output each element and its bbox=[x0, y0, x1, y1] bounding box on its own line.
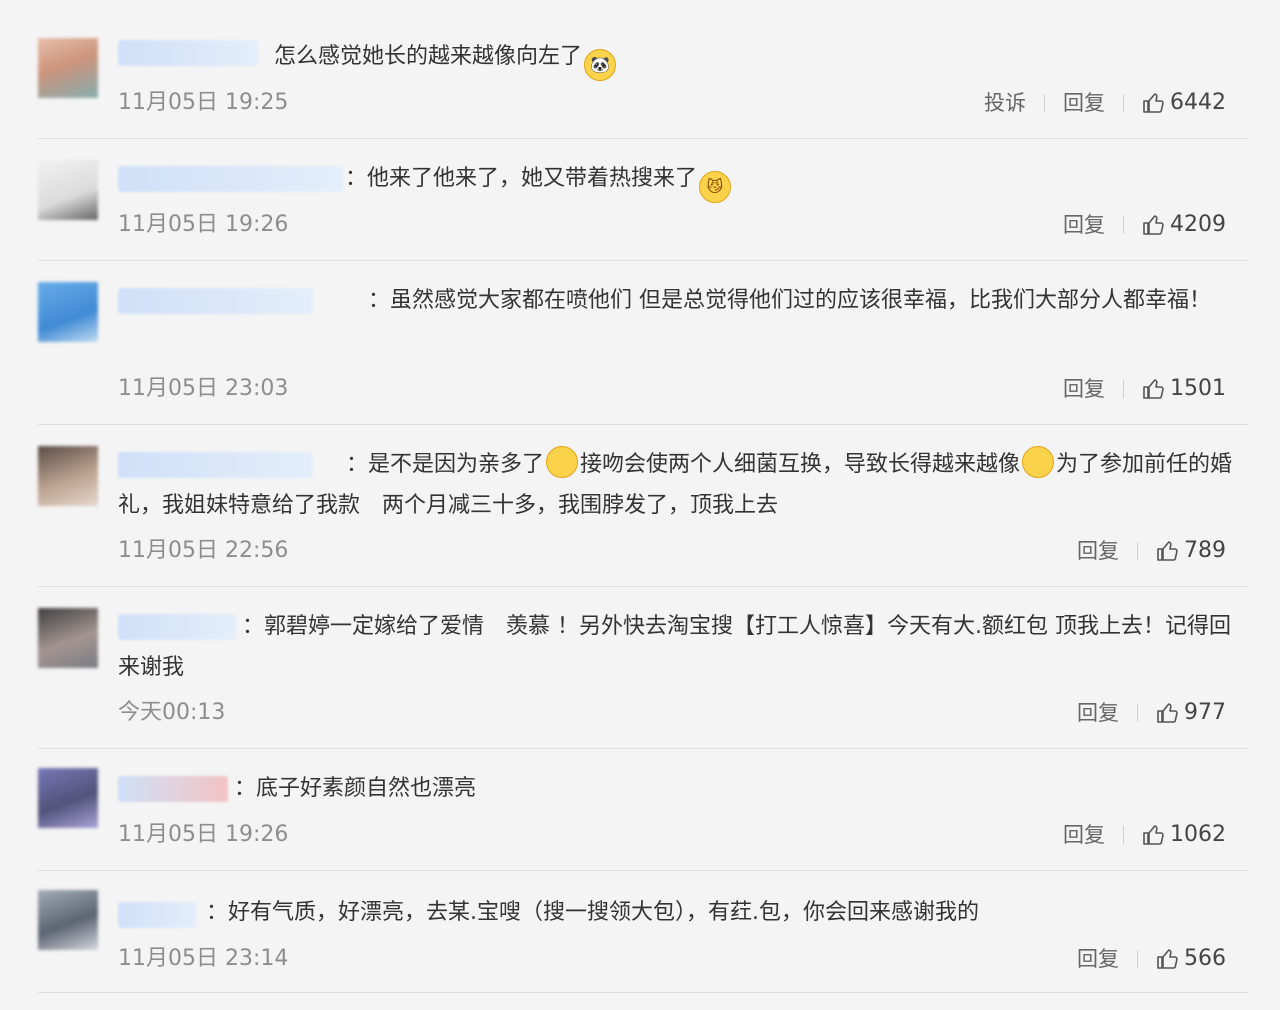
comment-item: ：底子好素颜自然也漂亮 11月05日 19:26 回复 1062 bbox=[38, 768, 1248, 870]
divider bbox=[1137, 704, 1138, 722]
username[interactable] bbox=[118, 166, 343, 192]
reply-button[interactable]: 回复 bbox=[1077, 944, 1119, 974]
comment-actions: 回复 977 bbox=[1077, 698, 1226, 728]
thumbs-up-icon bbox=[1143, 825, 1164, 845]
comment-time: 11月05日 23:03 bbox=[118, 376, 289, 401]
like-button[interactable]: 1062 bbox=[1142, 820, 1226, 850]
reply-button[interactable]: 回复 bbox=[1063, 88, 1105, 118]
username[interactable] bbox=[118, 40, 258, 66]
like-button[interactable]: 4209 bbox=[1142, 210, 1226, 240]
comment-time: 11月05日 19:26 bbox=[118, 822, 289, 847]
comment-time: 11月05日 19:26 bbox=[118, 212, 289, 237]
like-count: 1501 bbox=[1170, 376, 1226, 401]
divider bbox=[38, 138, 1248, 139]
comment-text: 怎么感觉她长的越来越像向左了 🐼 bbox=[274, 36, 1248, 81]
comment-item: ：虽然感觉大家都在喷他们 但是总觉得他们过的应该很幸福，比我们大部分人都幸福！ … bbox=[38, 280, 1248, 424]
comment-text: ：郭碧婷一定嫁给了爱情 羡慕 ！另外快去淘宝搜【打工人惊喜】今天有大.额红包 顶… bbox=[118, 614, 1231, 680]
thumbs-up-icon bbox=[1143, 379, 1164, 399]
thumbs-up-icon bbox=[1157, 541, 1178, 561]
cat-emoji-icon: 😼 bbox=[699, 171, 732, 203]
like-count: 4209 bbox=[1170, 212, 1226, 237]
like-count: 789 bbox=[1184, 538, 1226, 563]
username[interactable] bbox=[118, 776, 228, 802]
reply-button[interactable]: 回复 bbox=[1063, 374, 1105, 404]
like-button[interactable]: 789 bbox=[1156, 536, 1226, 566]
avatar[interactable] bbox=[38, 768, 98, 828]
divider bbox=[38, 870, 1248, 871]
like-button[interactable]: 977 bbox=[1156, 698, 1226, 728]
report-button[interactable]: 投诉 bbox=[984, 88, 1026, 118]
divider bbox=[1137, 950, 1138, 968]
like-button[interactable]: 566 bbox=[1156, 944, 1226, 974]
divider bbox=[38, 748, 1248, 749]
divider bbox=[38, 992, 1248, 993]
divider bbox=[1123, 826, 1124, 844]
comment-actions: 回复 566 bbox=[1077, 944, 1226, 974]
avatar[interactable] bbox=[38, 608, 98, 668]
like-button[interactable]: 6442 bbox=[1142, 88, 1226, 118]
divider bbox=[38, 260, 1248, 261]
comment-actions: 回复 1062 bbox=[1063, 820, 1226, 850]
divider bbox=[1123, 94, 1124, 112]
comment-item: ：好有气质，好漂亮，去某.宝嗖（搜一搜领大包），有荭.包，你会回来感谢我的 11… bbox=[38, 890, 1248, 992]
thumbs-up-icon bbox=[1157, 949, 1178, 969]
like-count: 977 bbox=[1184, 700, 1226, 725]
avatar[interactable] bbox=[38, 38, 98, 98]
like-count: 1062 bbox=[1170, 822, 1226, 847]
comment-item: ：他来了他来了，她又带着热搜来了 😼 11月05日 19:26 回复 4209 bbox=[38, 158, 1248, 260]
comment-actions: 回复 789 bbox=[1077, 536, 1226, 566]
comment-item: 怎么感觉她长的越来越像向左了 🐼 11月05日 19:25 投诉 回复 6442 bbox=[38, 36, 1248, 138]
reply-button[interactable]: 回复 bbox=[1063, 210, 1105, 240]
reply-button[interactable]: 回复 bbox=[1063, 820, 1105, 850]
like-count: 566 bbox=[1184, 946, 1226, 971]
avatar[interactable] bbox=[38, 160, 98, 220]
divider bbox=[1123, 380, 1124, 398]
comment-time: 11月05日 22:56 bbox=[118, 538, 289, 563]
avatar[interactable] bbox=[38, 282, 98, 342]
comment-text: ：他来了他来了，她又带着热搜来了 😼 bbox=[345, 158, 1248, 203]
divider bbox=[1044, 94, 1045, 112]
comment-item: ：郭碧婷一定嫁给了爱情 羡慕 ！另外快去淘宝搜【打工人惊喜】今天有大.额红包 顶… bbox=[38, 606, 1248, 748]
comment-time: 11月05日 19:25 bbox=[118, 90, 289, 115]
comment-item: ：是不是因为亲多了 接吻会使两个人细菌互换，导致长得越来越像 为了参加前任的婚礼，我… bbox=[38, 444, 1248, 586]
divider bbox=[1137, 542, 1138, 560]
comment-text: ：是不是因为亲多了 接吻会使两个人细菌互换，导致长得越来越像 为了参加前任的婚礼，我… bbox=[118, 444, 1248, 526]
divider bbox=[1123, 216, 1124, 234]
comment-text: ：好有气质，好漂亮，去某.宝嗖（搜一搜领大包），有荭.包，你会回来感谢我的 bbox=[206, 900, 979, 925]
panda-emoji-icon: 🐼 bbox=[584, 49, 617, 81]
divider bbox=[38, 424, 1248, 425]
thumbs-up-icon bbox=[1157, 703, 1178, 723]
comment-actions: 回复 1501 bbox=[1063, 374, 1226, 404]
like-button[interactable]: 1501 bbox=[1142, 374, 1226, 404]
comment-text: ：底子好素颜自然也漂亮 bbox=[234, 776, 477, 801]
reply-button[interactable]: 回复 bbox=[1077, 698, 1119, 728]
cat-emoji-icon bbox=[1022, 446, 1055, 478]
username[interactable] bbox=[118, 902, 196, 928]
divider bbox=[38, 586, 1248, 587]
comment-text: ：虽然感觉大家都在喷他们 但是总觉得他们过的应该很幸福，比我们大部分人都幸福！ bbox=[368, 288, 1211, 313]
avatar[interactable] bbox=[38, 890, 98, 950]
comment-actions: 回复 4209 bbox=[1063, 210, 1226, 240]
like-count: 6442 bbox=[1170, 90, 1226, 115]
comment-time: 11月05日 23:14 bbox=[118, 946, 289, 971]
thumbs-up-icon bbox=[1143, 93, 1164, 113]
kiss-emoji-icon bbox=[546, 446, 579, 478]
comment-time: 今天00:13 bbox=[118, 700, 226, 725]
comment-actions: 投诉 回复 6442 bbox=[984, 88, 1226, 118]
thumbs-up-icon bbox=[1143, 215, 1164, 235]
reply-button[interactable]: 回复 bbox=[1077, 536, 1119, 566]
avatar[interactable] bbox=[38, 446, 98, 506]
